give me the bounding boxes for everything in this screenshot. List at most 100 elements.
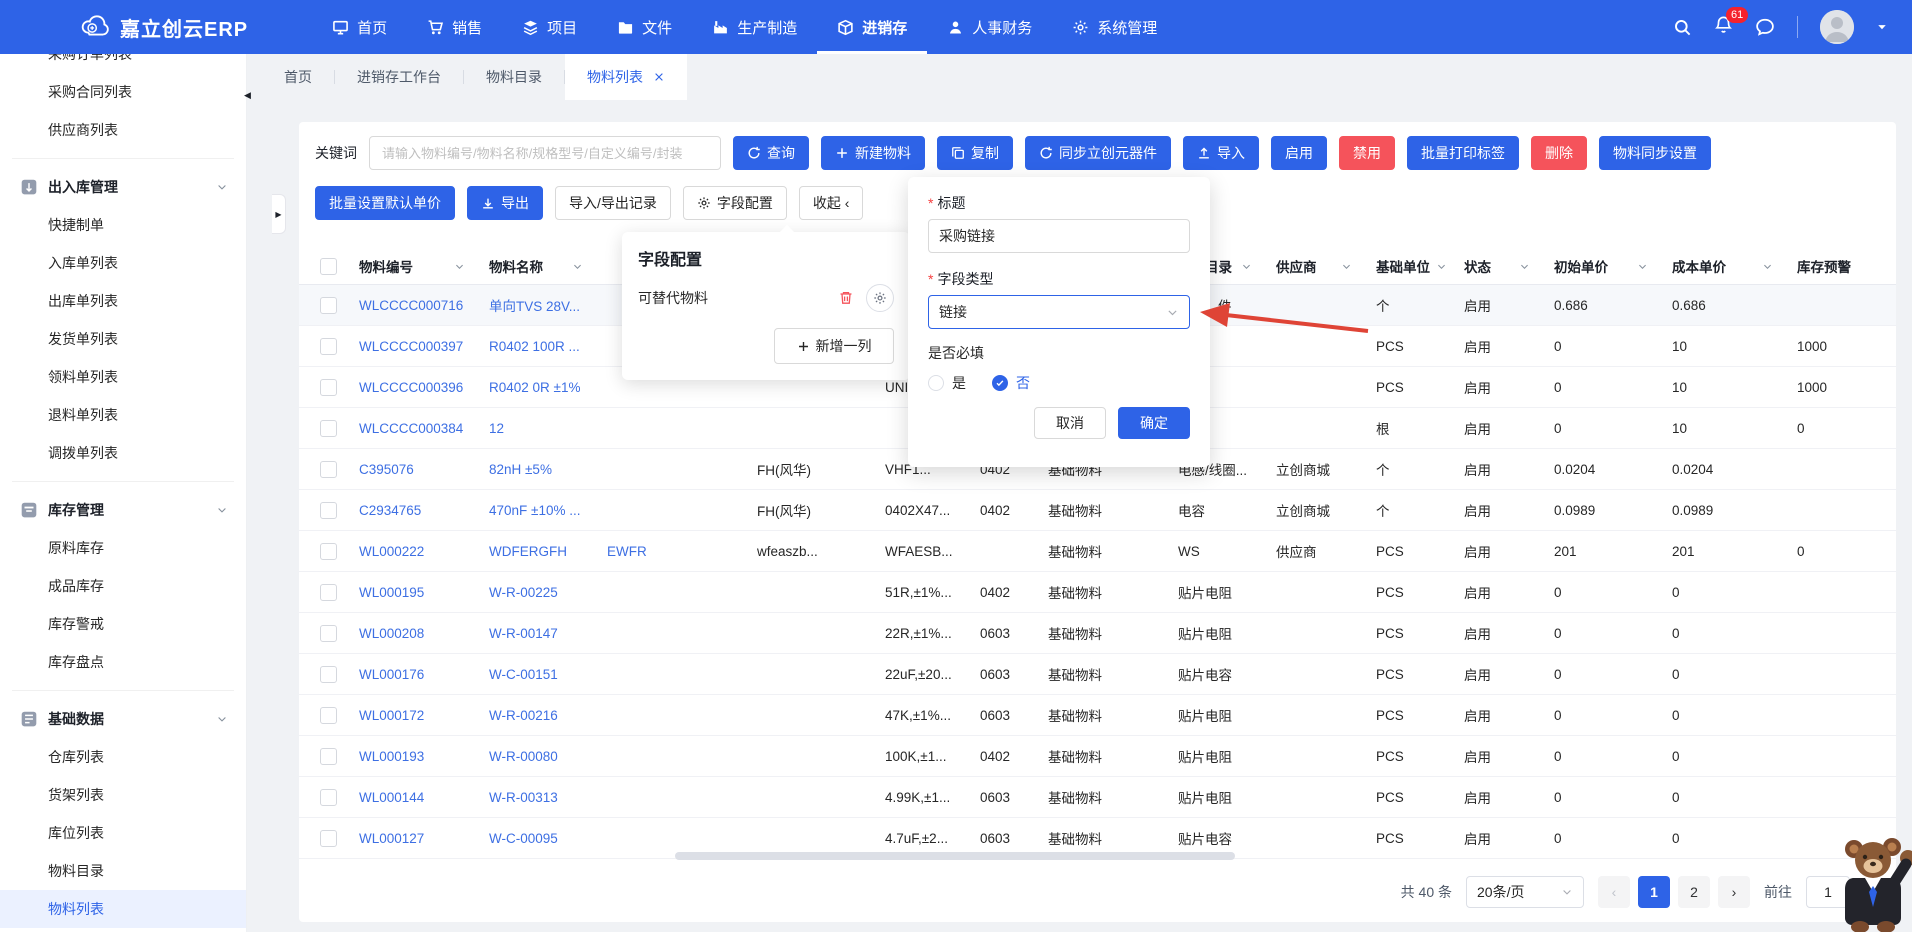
table-row[interactable]: WL000193W-R-00080100K,±1...0402基础物料贴片电阻P…	[299, 736, 1896, 777]
table-cell[interactable]: 单向TVS 28V...	[477, 295, 595, 315]
row-checkbox[interactable]	[320, 379, 337, 396]
sidebar-item-purchase-order-list[interactable]: 采购订单列表	[0, 54, 246, 73]
select-all-checkbox[interactable]	[320, 258, 337, 275]
page-button-2[interactable]: 2	[1678, 876, 1710, 908]
keyword-input[interactable]	[369, 136, 721, 170]
table-row[interactable]: WL000195W-R-0022551R,±1%...0402基础物料贴片电阻P…	[299, 572, 1896, 613]
column-header[interactable]: 成本单价	[1660, 256, 1785, 276]
table-cell[interactable]: W-R-00147	[477, 626, 595, 641]
field-type-select[interactable]: 链接	[928, 295, 1190, 329]
table-cell[interactable]: 12	[477, 421, 595, 436]
collapse-button[interactable]: 收起 ‹	[799, 186, 864, 220]
avatar[interactable]	[1820, 10, 1854, 44]
column-header[interactable]: 状态	[1452, 256, 1542, 276]
trash-icon[interactable]	[838, 290, 854, 306]
row-checkbox[interactable]	[320, 338, 337, 355]
sidebar-section-inventory-management[interactable]: 库存管理	[0, 491, 246, 529]
export-button[interactable]: 导出	[467, 186, 543, 220]
table-cell[interactable]: C2934765	[347, 503, 477, 518]
row-checkbox[interactable]	[320, 502, 337, 519]
nav-item-sales[interactable]: 销售	[407, 0, 502, 54]
create-material-button[interactable]: 新建物料	[821, 136, 925, 170]
table-cell[interactable]: EWFR	[595, 544, 745, 559]
chevron-down-icon[interactable]	[454, 261, 465, 272]
row-checkbox[interactable]	[320, 830, 337, 847]
column-header[interactable]: 物料编号	[347, 256, 477, 276]
column-header[interactable]: 供应商	[1264, 256, 1364, 276]
column-header[interactable]: 初始单价	[1542, 256, 1660, 276]
sidebar-item-supplier-list[interactable]: 供应商列表	[0, 111, 246, 149]
table-cell[interactable]: W-C-00095	[477, 831, 595, 846]
sidebar-item-outbound-list[interactable]: 出库单列表	[0, 282, 246, 320]
table-cell[interactable]: WLCCCC000396	[347, 380, 477, 395]
table-cell[interactable]: 470nF ±10% ...	[477, 503, 595, 518]
nav-item-hr-finance[interactable]: 人事财务	[927, 0, 1052, 54]
row-checkbox[interactable]	[320, 707, 337, 724]
field-config-button[interactable]: 字段配置	[683, 186, 787, 220]
table-row[interactable]: WL000176W-C-0015122uF,±20...0603基础物料贴片电容…	[299, 654, 1896, 695]
page-button-1[interactable]: 1	[1638, 876, 1670, 908]
batch-print-label-button[interactable]: 批量打印标签	[1407, 136, 1519, 170]
column-settings-gear-icon[interactable]	[1877, 254, 1892, 269]
sidebar-item-raw-inventory[interactable]: 原料库存	[0, 529, 246, 567]
table-cell[interactable]: WLCCCC000397	[347, 339, 477, 354]
chevron-down-icon[interactable]	[1762, 261, 1773, 272]
table-row[interactable]: WL000144W-R-003134.99K,±1...0603基础物料贴片电阻…	[299, 777, 1896, 818]
material-sync-settings-button[interactable]: 物料同步设置	[1599, 136, 1711, 170]
nav-item-files[interactable]: 文件	[597, 0, 692, 54]
copy-button[interactable]: 复制	[937, 136, 1013, 170]
table-cell[interactable]: W-R-00216	[477, 708, 595, 723]
sidebar-item-material-catalog[interactable]: 物料目录	[0, 852, 246, 890]
row-checkbox[interactable]	[320, 625, 337, 642]
disable-button[interactable]: 禁用	[1339, 136, 1395, 170]
table-cell[interactable]: C395076	[347, 462, 477, 477]
table-row[interactable]: WL000208W-R-0014722R,±1%...0603基础物料贴片电阻P…	[299, 613, 1896, 654]
table-cell[interactable]: W-R-00313	[477, 790, 595, 805]
notifications[interactable]: 61	[1714, 15, 1733, 39]
page-size-select[interactable]: 20条/页	[1466, 876, 1584, 908]
sidebar-item-shelf-list[interactable]: 货架列表	[0, 776, 246, 814]
table-cell[interactable]: WL000172	[347, 708, 477, 723]
add-column-button[interactable]: 新增一列	[774, 328, 894, 364]
chevron-down-icon[interactable]	[572, 261, 583, 272]
table-cell[interactable]: R0402 100R ...	[477, 339, 595, 354]
chevron-down-icon[interactable]	[1436, 261, 1447, 272]
sidebar-item-transfer-list[interactable]: 调拨单列表	[0, 434, 246, 472]
sidebar-section-inout-management[interactable]: 出入库管理	[0, 168, 246, 206]
prev-page-button[interactable]: ‹	[1598, 876, 1630, 908]
radio-yes[interactable]: 是	[928, 373, 966, 393]
tab-material-list[interactable]: 物料列表	[565, 54, 687, 100]
tab-home[interactable]: 首页	[262, 54, 334, 100]
sidebar-item-delivery-list[interactable]: 发货单列表	[0, 320, 246, 358]
table-cell[interactable]: WLCCCC000716	[347, 298, 477, 313]
row-checkbox[interactable]	[320, 420, 337, 437]
sidebar-item-material-list[interactable]: 物料列表	[0, 890, 246, 928]
confirm-button[interactable]: 确定	[1118, 407, 1190, 439]
horizontal-scrollbar[interactable]	[315, 852, 1880, 860]
sidebar-item-material-return-list[interactable]: 退料单列表	[0, 396, 246, 434]
table-cell[interactable]: WL000144	[347, 790, 477, 805]
field-title-input[interactable]	[928, 219, 1190, 253]
table-cell[interactable]: W-C-00151	[477, 667, 595, 682]
table-cell[interactable]: WL000222	[347, 544, 477, 559]
nav-item-home[interactable]: 首页	[312, 0, 407, 54]
sidebar-item-location-list[interactable]: 库位列表	[0, 814, 246, 852]
table-cell[interactable]: W-R-00225	[477, 585, 595, 600]
scrollbar-thumb[interactable]	[675, 852, 1235, 860]
sync-lcsc-parts-button[interactable]: 同步立创元器件	[1025, 136, 1171, 170]
chevron-down-icon[interactable]	[1341, 261, 1352, 272]
table-cell[interactable]: WL000127	[347, 831, 477, 846]
query-button[interactable]: 查询	[733, 136, 809, 170]
cancel-button[interactable]: 取消	[1034, 407, 1106, 439]
table-row[interactable]: C2934765470nF ±10% ...FH(风华)0402X47...04…	[299, 490, 1896, 531]
table-cell[interactable]: R0402 0R ±1%	[477, 380, 595, 395]
panel-expand-icon[interactable]: ▶	[272, 194, 286, 234]
sidebar-item-quick-order[interactable]: 快捷制单	[0, 206, 246, 244]
table-row[interactable]: WL000222WDFERGFHEWFRwfeaszb...WFAESB...基…	[299, 531, 1896, 572]
row-checkbox[interactable]	[320, 666, 337, 683]
sidebar-item-warehouse-list[interactable]: 仓库列表	[0, 738, 246, 776]
close-icon[interactable]	[653, 71, 665, 83]
sidebar-section-base-data[interactable]: 基础数据	[0, 700, 246, 738]
row-checkbox[interactable]	[320, 297, 337, 314]
sidebar-item-purchase-contract-list[interactable]: 采购合同列表	[0, 73, 246, 111]
